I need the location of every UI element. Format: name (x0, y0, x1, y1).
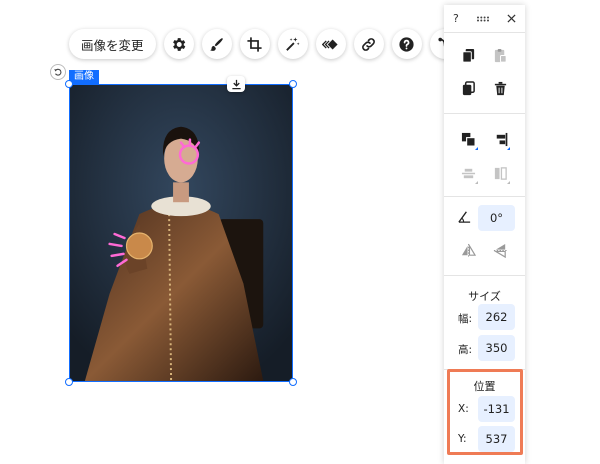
download-icon (231, 79, 241, 89)
arrange-dropdown-indicator (475, 147, 478, 150)
copy-button[interactable] (458, 45, 478, 65)
change-image-button[interactable]: 画像を変更 (69, 29, 156, 59)
trash-icon (494, 81, 506, 95)
close-icon[interactable] (507, 14, 516, 23)
align-dropdown-indicator (507, 147, 510, 150)
crop-button[interactable] (239, 29, 270, 59)
resize-handle-bottom-left[interactable] (65, 378, 73, 386)
duplicate-button[interactable] (458, 78, 478, 98)
settings-icon (173, 37, 186, 51)
position-highlight-box (447, 369, 523, 455)
magic-wand-icon (286, 36, 300, 51)
paste-button[interactable] (490, 45, 510, 65)
design-button[interactable] (201, 29, 232, 59)
enhance-button[interactable] (277, 29, 308, 59)
distribute-icon (461, 168, 475, 178)
arrange-button[interactable] (458, 129, 478, 149)
help-button[interactable] (391, 29, 422, 59)
match-size-icon (494, 166, 507, 180)
match-size-dropdown-indicator (507, 181, 510, 184)
width-field[interactable]: 262 (478, 304, 515, 330)
stretch-handle[interactable] (227, 76, 245, 92)
copy-icon (461, 48, 474, 63)
link-button[interactable] (353, 29, 384, 59)
panel-divider (444, 196, 525, 197)
resize-handle-bottom-right[interactable] (289, 378, 297, 386)
align-button[interactable] (490, 129, 510, 149)
help-icon (399, 36, 414, 52)
align-right-icon (496, 132, 507, 146)
paste-icon (494, 48, 507, 63)
crop-icon (247, 36, 262, 52)
flip-vertical-button[interactable] (490, 240, 510, 260)
panel-help-button[interactable]: ? (453, 12, 459, 25)
rotation-field[interactable]: 0° (478, 205, 515, 231)
portrait-graphic (70, 85, 292, 381)
distribute-dropdown-indicator (475, 181, 478, 184)
delete-button[interactable] (490, 78, 510, 98)
flip-vertical-icon (493, 243, 507, 258)
match-size-button[interactable] (490, 163, 510, 183)
height-label: 高: (458, 344, 473, 356)
flip-horizontal-button[interactable] (458, 240, 478, 260)
portrait-image[interactable] (69, 84, 293, 382)
width-label: 幅: (458, 313, 473, 325)
reset-button[interactable] (50, 64, 66, 80)
undo-icon (54, 68, 62, 76)
duplicate-icon (462, 80, 475, 95)
angle-icon (457, 210, 470, 223)
panel-divider (444, 275, 525, 276)
panel-divider (444, 113, 525, 114)
animation-button[interactable] (315, 29, 346, 59)
brush-icon (210, 37, 223, 51)
image-toolbar: 画像を変更 (69, 29, 460, 59)
animation-icon (322, 39, 338, 49)
rotation-label (454, 206, 474, 226)
height-field[interactable]: 350 (478, 335, 515, 361)
settings-button[interactable] (163, 29, 194, 59)
element-type-tag: 画像 (69, 70, 99, 84)
drag-handle-icon[interactable] (476, 16, 490, 22)
flip-horizontal-icon (461, 243, 476, 257)
distribute-button[interactable] (458, 163, 478, 183)
link-icon (362, 37, 375, 51)
size-section-title: サイズ (468, 290, 501, 303)
resize-handle-top-right[interactable] (289, 80, 297, 88)
resize-handle-top-left[interactable] (65, 80, 73, 88)
panel-header: ? (444, 5, 525, 33)
arrange-icon (461, 132, 476, 147)
